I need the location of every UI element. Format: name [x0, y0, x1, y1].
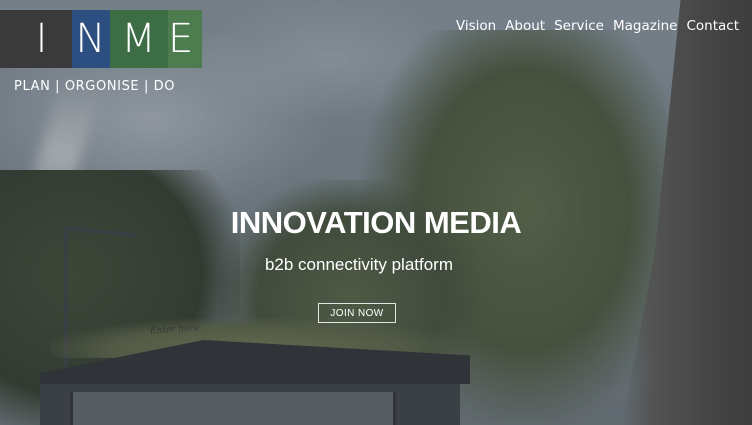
logo-letter-i: I: [35, 16, 49, 62]
logo-block-green-light: E: [168, 10, 202, 68]
logo-block-green: M: [110, 10, 168, 68]
logo-block-blue: N: [72, 10, 110, 68]
nav-link-service[interactable]: Service: [554, 18, 604, 34]
nav-link-about[interactable]: About: [505, 18, 545, 34]
logo-block-dark: I: [0, 10, 72, 68]
logo-letter-e: E: [168, 16, 195, 62]
logo-letter-n: N: [75, 16, 107, 62]
main-nav: Vision About Service Magazine Contact: [456, 18, 739, 34]
site-tagline: PLAN | ORGONISE | DO: [14, 79, 176, 94]
logo-letter-m: M: [121, 16, 157, 62]
hero-headline: INNOVATION MEDIA: [230, 205, 522, 240]
join-now-button[interactable]: JOIN NOW: [318, 303, 396, 323]
nav-link-magazine[interactable]: Magazine: [613, 18, 677, 34]
hero-subheadline: b2b connectivity platform: [264, 255, 454, 274]
site-logo[interactable]: I N M E: [0, 10, 202, 68]
nav-link-vision[interactable]: Vision: [456, 18, 496, 34]
nav-link-contact[interactable]: Contact: [686, 18, 739, 34]
